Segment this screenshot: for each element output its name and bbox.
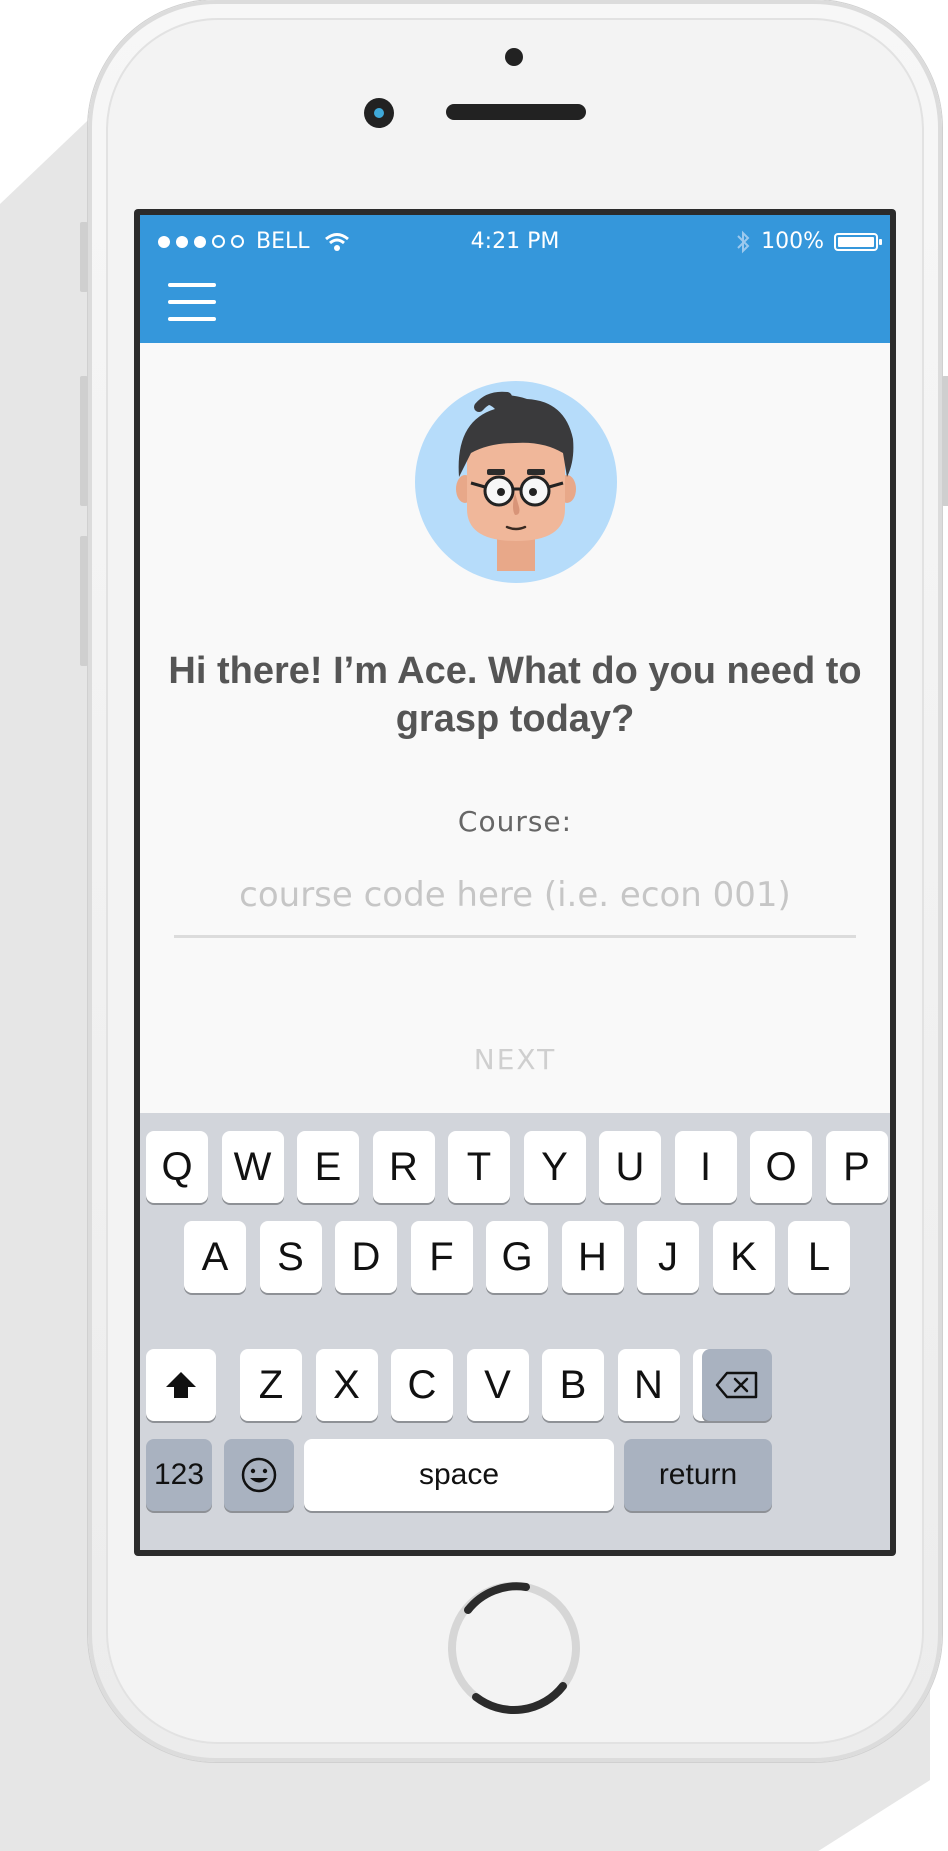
- phone-screen: BELL 4:21 PM 100% Hi there! I’m Ace. Wha…: [134, 209, 896, 1556]
- key-s[interactable]: S: [259, 1221, 322, 1293]
- app-display: BELL 4:21 PM 100% Hi there! I’m Ace. Wha…: [140, 215, 890, 1550]
- assistant-greeting: Hi there! I’m Ace. What do you need to g…: [168, 650, 862, 740]
- home-button-ring-icon: [448, 1582, 580, 1714]
- key-l[interactable]: L: [788, 1221, 850, 1293]
- emoji-key[interactable]: [224, 1439, 294, 1511]
- power-button: [942, 376, 948, 506]
- key-z[interactable]: Z: [240, 1349, 302, 1421]
- key-w[interactable]: W: [221, 1131, 284, 1203]
- return-key[interactable]: return: [624, 1439, 772, 1511]
- battery-percent: 100%: [761, 229, 824, 254]
- key-a[interactable]: A: [184, 1221, 246, 1293]
- menu-line: [168, 283, 216, 287]
- menu-line: [168, 317, 216, 321]
- delete-key[interactable]: [702, 1349, 772, 1421]
- numbers-key[interactable]: 123: [146, 1439, 212, 1511]
- key-d[interactable]: D: [335, 1221, 397, 1293]
- key-c[interactable]: C: [391, 1349, 453, 1421]
- emoji-icon: [241, 1457, 277, 1493]
- key-y[interactable]: Y: [523, 1131, 586, 1203]
- key-n[interactable]: N: [617, 1349, 680, 1421]
- key-h[interactable]: H: [561, 1221, 624, 1293]
- app-navbar: [140, 267, 890, 343]
- key-i[interactable]: I: [674, 1131, 737, 1203]
- on-screen-keyboard: QWERTYUIOP ASDFGHJKL ZXCVBNM 123: [140, 1113, 890, 1550]
- shift-key[interactable]: [146, 1349, 216, 1421]
- proximity-sensor: [505, 48, 523, 66]
- key-t[interactable]: T: [448, 1131, 510, 1203]
- key-q[interactable]: Q: [146, 1131, 208, 1203]
- course-label: Course:: [457, 805, 573, 838]
- ace-avatar: [415, 381, 617, 583]
- key-r[interactable]: R: [372, 1131, 435, 1203]
- hamburger-menu-icon[interactable]: [168, 283, 216, 321]
- status-right: 100%: [735, 229, 882, 254]
- key-g[interactable]: G: [486, 1221, 548, 1293]
- shift-icon: [166, 1372, 196, 1398]
- course-code-input[interactable]: [174, 855, 856, 938]
- volume-up-button: [80, 376, 88, 506]
- bluetooth-icon: [737, 230, 750, 253]
- menu-line: [168, 300, 216, 304]
- key-k[interactable]: K: [712, 1221, 775, 1293]
- volume-down-button: [80, 536, 88, 666]
- key-p[interactable]: P: [825, 1131, 888, 1203]
- battery-icon: [834, 232, 882, 251]
- earpiece-speaker: [446, 104, 586, 120]
- key-j[interactable]: J: [637, 1221, 699, 1293]
- key-f[interactable]: F: [410, 1221, 473, 1293]
- key-v[interactable]: V: [466, 1349, 529, 1421]
- next-button[interactable]: NEXT: [140, 1043, 890, 1076]
- space-key[interactable]: space: [304, 1439, 614, 1511]
- key-u[interactable]: U: [599, 1131, 661, 1203]
- delete-icon: [715, 1371, 758, 1399]
- key-x[interactable]: X: [315, 1349, 378, 1421]
- key-o[interactable]: O: [750, 1131, 812, 1203]
- key-b[interactable]: B: [542, 1349, 604, 1421]
- mute-switch: [80, 222, 88, 292]
- key-e[interactable]: E: [297, 1131, 359, 1203]
- home-button[interactable]: [446, 1580, 582, 1716]
- ace-face-icon: [456, 391, 576, 571]
- front-camera: [364, 98, 394, 128]
- status-bar: BELL 4:21 PM 100%: [140, 215, 890, 267]
